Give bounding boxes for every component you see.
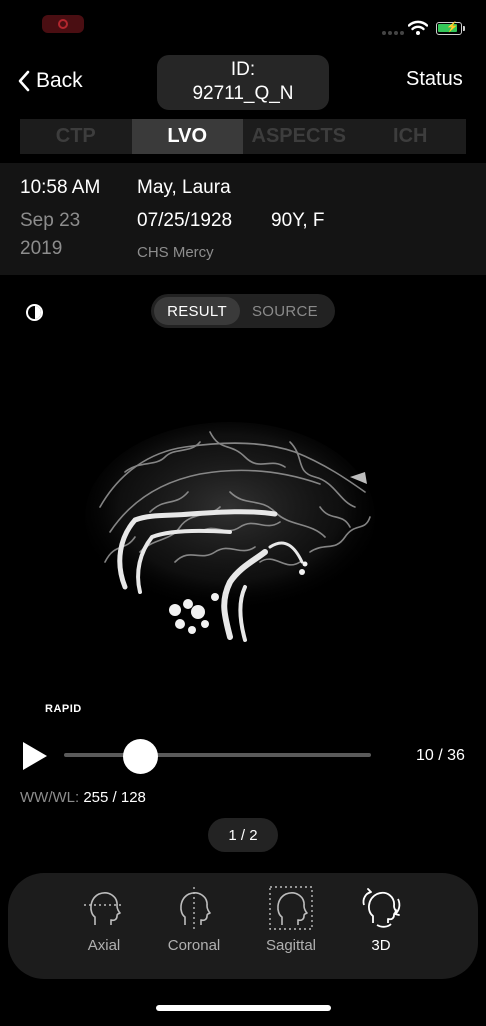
study-site: CHS Mercy xyxy=(137,244,214,261)
study-id-label: ID: xyxy=(230,59,256,80)
signal-dot-icon xyxy=(394,31,398,35)
tab-ctp[interactable]: CTP xyxy=(20,119,132,154)
slice-counter: 10 / 36 xyxy=(416,747,465,764)
status-button[interactable]: Status xyxy=(406,68,463,91)
rapid-brand-label: RAPID xyxy=(45,703,82,715)
tab-lvo[interactable]: LVO xyxy=(131,119,243,154)
coronal-label: Coronal xyxy=(167,937,221,954)
angiography-image xyxy=(85,422,375,642)
window-level-value: 255 / 128 xyxy=(83,789,146,806)
study-id-value: 92711_Q_N xyxy=(192,83,294,104)
play-button-icon[interactable] xyxy=(20,740,50,772)
page-indicator[interactable]: 1 / 2 xyxy=(208,818,278,852)
home-indicator[interactable] xyxy=(156,1005,331,1011)
result-source-toggle: RESULT SOURCE xyxy=(151,294,335,328)
coronal-view-button[interactable]: Coronal xyxy=(152,885,236,969)
slice-slider-knob[interactable] xyxy=(123,739,158,774)
wifi-icon xyxy=(408,20,428,35)
3d-label: 3D xyxy=(371,937,391,954)
patient-age-sex: 90Y, F xyxy=(271,210,325,231)
window-level-label: WW/WL: xyxy=(20,789,80,806)
coronal-head-icon xyxy=(180,887,211,929)
study-date: Sep 23 xyxy=(20,210,81,231)
chevron-left-icon xyxy=(18,70,30,92)
battery-nub xyxy=(463,26,465,31)
module-tabs: CTP LVO ASPECTS ICH xyxy=(20,119,466,154)
study-id-box: ID: 92711_Q_N xyxy=(157,55,329,110)
status-bar: ⚡ xyxy=(0,0,486,50)
back-label: Back xyxy=(36,69,83,92)
3d-head-icon xyxy=(362,888,401,928)
window-level-readout: WW/WL: 255 / 128 xyxy=(20,789,146,806)
sagittal-view-button[interactable]: Sagittal xyxy=(249,885,333,969)
sagittal-head-icon xyxy=(269,886,313,930)
study-info-panel: 10:58 AM Sep 23 2019 May, Laura 07/25/19… xyxy=(0,163,486,275)
study-time: 10:58 AM xyxy=(20,177,101,198)
result-option[interactable]: RESULT xyxy=(154,297,240,325)
3d-view-button[interactable]: 3D xyxy=(339,885,423,969)
view-mode-dock: Axial Coronal Sagittal 3D xyxy=(8,873,478,979)
tab-aspects[interactable]: ASPECTS xyxy=(243,119,355,154)
study-year: 2019 xyxy=(20,238,63,259)
patient-name: May, Laura xyxy=(137,177,231,198)
sagittal-label: Sagittal xyxy=(265,937,317,954)
patient-dob: 07/25/1928 xyxy=(137,210,233,231)
signal-dot-icon xyxy=(382,31,386,35)
charging-bolt-icon: ⚡ xyxy=(446,22,459,33)
recording-dot-icon xyxy=(58,19,68,29)
slice-slider-track[interactable] xyxy=(64,753,371,757)
contrast-icon[interactable] xyxy=(26,304,43,321)
axial-head-icon xyxy=(84,892,124,925)
source-option[interactable]: SOURCE xyxy=(240,297,330,325)
signal-dot-icon xyxy=(400,31,404,35)
axial-label: Axial xyxy=(87,937,121,954)
signal-dot-icon xyxy=(388,31,392,35)
back-button[interactable]: Back xyxy=(18,66,83,96)
axial-view-button[interactable]: Axial xyxy=(62,885,146,969)
tab-ich[interactable]: ICH xyxy=(355,119,467,154)
